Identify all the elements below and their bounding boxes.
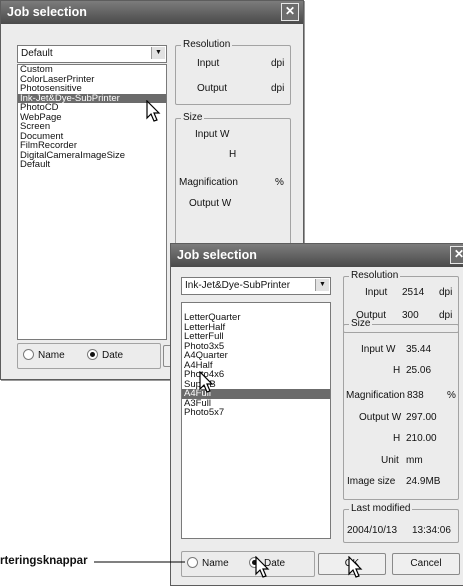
callout-leader-line: [94, 561, 185, 563]
